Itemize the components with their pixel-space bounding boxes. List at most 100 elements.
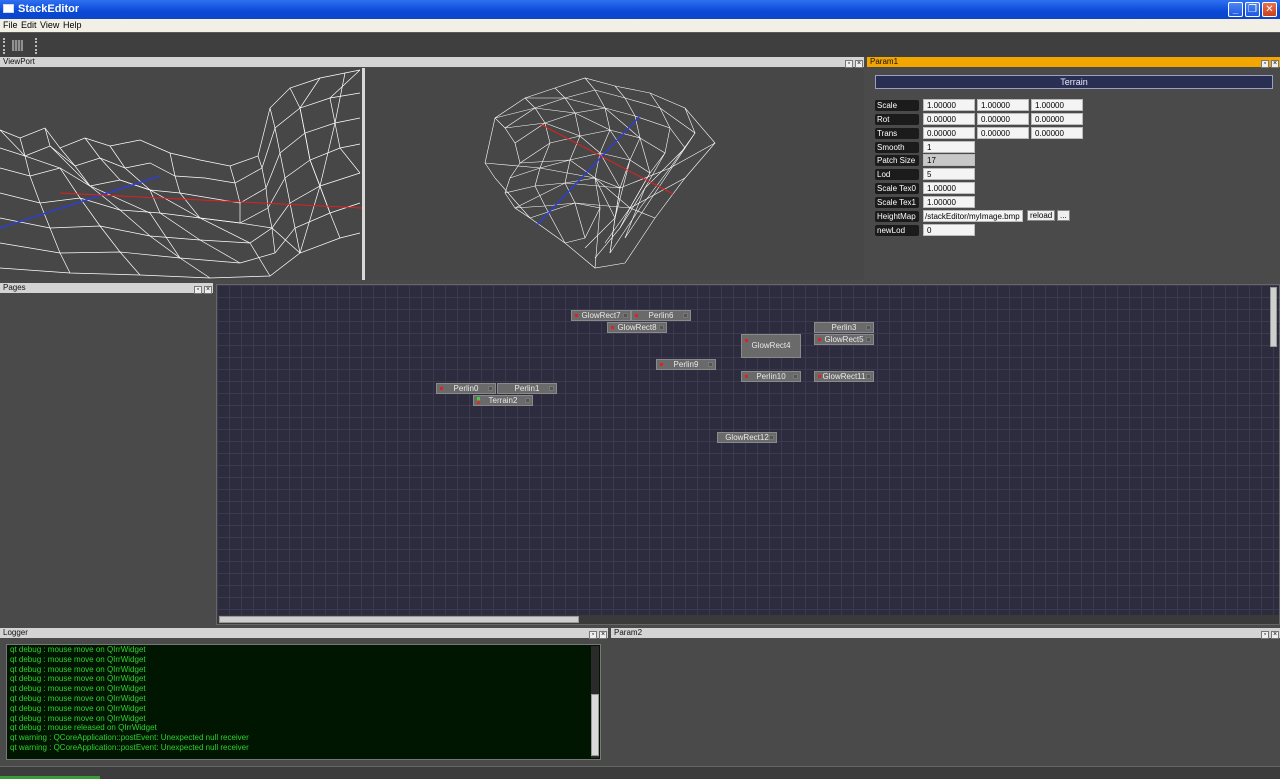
node-graph-canvas[interactable]: GlowRect7 Perlin6 GlowRect8 Perlin3 Glow… [216,284,1280,625]
float-icon[interactable]: ▫ [194,286,202,294]
viewport-dock-header[interactable]: ViewPort ▫ × [0,57,864,68]
pages-dock-title: Pages [3,283,26,292]
input-port-icon[interactable] [866,337,871,342]
toolbar-grip-2[interactable] [35,38,37,54]
new-lod-label: newLod [875,225,919,236]
log-scrollbar[interactable] [591,646,599,758]
input-port-icon[interactable] [659,325,664,330]
graph-node[interactable]: Perlin10 [741,371,801,382]
input-port-icon[interactable] [866,374,871,379]
close-icon[interactable]: × [1271,60,1279,68]
close-icon[interactable]: × [204,286,212,294]
log-output[interactable]: qt debug : mouse move on QIrrWidget qt de… [6,644,601,760]
grid-icon[interactable] [12,40,23,51]
output-port-icon [575,314,578,317]
menu-file[interactable]: File [3,20,18,30]
float-icon[interactable]: ▫ [1261,631,1269,639]
menu-edit[interactable]: Edit [21,20,37,30]
terrain-wireframe-left [0,69,363,279]
toolbar-grip[interactable] [3,38,5,54]
param2-dock-header[interactable]: Param2 ▫ × [611,628,1280,639]
graph-horizontal-scrollbar[interactable] [219,616,579,623]
perspective-view[interactable] [0,68,363,280]
input-port-icon[interactable] [793,374,798,379]
float-icon[interactable]: ▫ [845,60,853,68]
close-icon[interactable]: × [855,60,863,68]
close-icon[interactable]: × [1271,631,1279,639]
top-view[interactable] [365,68,864,280]
graph-node[interactable]: Perlin0 [436,383,496,394]
graph-horizontal-scroll-track[interactable] [217,615,1279,624]
graph-node[interactable]: GlowRect7 [571,310,631,321]
graph-node[interactable]: GlowRect8 [607,322,667,333]
float-icon[interactable]: ▫ [589,631,597,639]
lod-field[interactable]: 5 [923,168,975,180]
scale-y-field[interactable]: 1.00000 [977,99,1029,111]
reload-button[interactable]: reload [1027,210,1056,221]
trans-label: Trans [875,128,919,139]
close-icon[interactable]: × [599,631,607,639]
maximize-button[interactable]: ❐ [1245,2,1260,17]
trans-x-field[interactable]: 0.00000 [923,127,975,139]
input-port-icon[interactable] [769,435,774,440]
app-icon [3,4,14,13]
minimize-button[interactable]: _ [1228,2,1243,17]
log-scroll-thumb[interactable] [591,694,599,756]
input-port-icon[interactable] [549,386,554,391]
rot-x-field[interactable]: 0.00000 [923,113,975,125]
heightmap-path-field[interactable]: /stackEditor/myImage.bmp [923,210,1023,222]
node-type-header: Terrain [875,75,1273,89]
toolbar [0,32,1280,57]
patch-size-field[interactable]: 17 [923,154,975,166]
browse-button[interactable]: ... [1057,210,1070,221]
window-title-bar[interactable]: StackEditor _ ❐ ✕ [0,0,1280,19]
pages-dock: Pages ▫ × [0,283,213,625]
logger-dock-header[interactable]: Logger ▫ × [0,628,608,639]
log-line: qt debug : mouse released on QIrrWidget [10,723,157,733]
graph-node[interactable]: Perlin6 [631,310,691,321]
input-port-icon[interactable] [488,386,493,391]
input-port-icon[interactable] [525,398,530,403]
graph-node[interactable]: Perlin9 [656,359,716,370]
trans-z-field[interactable]: 0.00000 [1031,127,1083,139]
smooth-label: Smooth [875,142,919,153]
window-title: StackEditor [18,3,80,15]
graph-node[interactable]: Perlin3 [814,322,874,333]
output-port-icon [818,338,821,341]
log-line: qt debug : mouse move on QIrrWidget [10,645,146,654]
heightmap-label: HeightMap [875,211,919,222]
menu-bar: File Edit View Help [0,19,1280,32]
rot-y-field[interactable]: 0.00000 [977,113,1029,125]
graph-vertical-scrollbar[interactable] [1270,287,1277,347]
log-line: qt debug : mouse move on QIrrWidget [10,703,146,713]
graph-node[interactable]: GlowRect4 [741,334,801,358]
rot-z-field[interactable]: 0.00000 [1031,113,1083,125]
scale-x-field[interactable]: 1.00000 [923,99,975,111]
graph-node[interactable]: GlowRect11 [814,371,874,382]
input-port-icon[interactable] [623,313,628,318]
log-line: qt debug : mouse move on QIrrWidget [10,693,146,703]
input-port-icon[interactable] [866,325,871,330]
float-icon[interactable]: ▫ [1261,60,1269,68]
menu-help[interactable]: Help [63,20,82,30]
close-button[interactable]: ✕ [1262,2,1277,17]
graph-node[interactable]: Perlin1 [497,383,557,394]
log-line: qt warning : QCoreApplication::postEvent… [10,733,249,743]
patch-size-label: Patch Size [875,155,919,166]
pages-dock-header[interactable]: Pages ▫ × [0,283,213,294]
smooth-field[interactable]: 1 [923,141,975,153]
graph-node[interactable]: GlowRect12 [717,432,777,443]
param1-dock-header[interactable]: Param1 ▫ × [867,57,1280,68]
scale-z-field[interactable]: 1.00000 [1031,99,1083,111]
rot-label: Rot [875,114,919,125]
input-port-icon[interactable] [708,362,713,367]
graph-node[interactable]: Terrain2 [473,395,533,406]
new-lod-field[interactable]: 0 [923,224,975,236]
viewport-dock: ViewPort ▫ × [0,57,864,280]
menu-view[interactable]: View [40,20,59,30]
graph-node[interactable]: GlowRect5 [814,334,874,345]
scale-tex0-field[interactable]: 1.00000 [923,182,975,194]
input-port-icon[interactable] [683,313,688,318]
scale-tex1-field[interactable]: 1.00000 [923,196,975,208]
trans-y-field[interactable]: 0.00000 [977,127,1029,139]
